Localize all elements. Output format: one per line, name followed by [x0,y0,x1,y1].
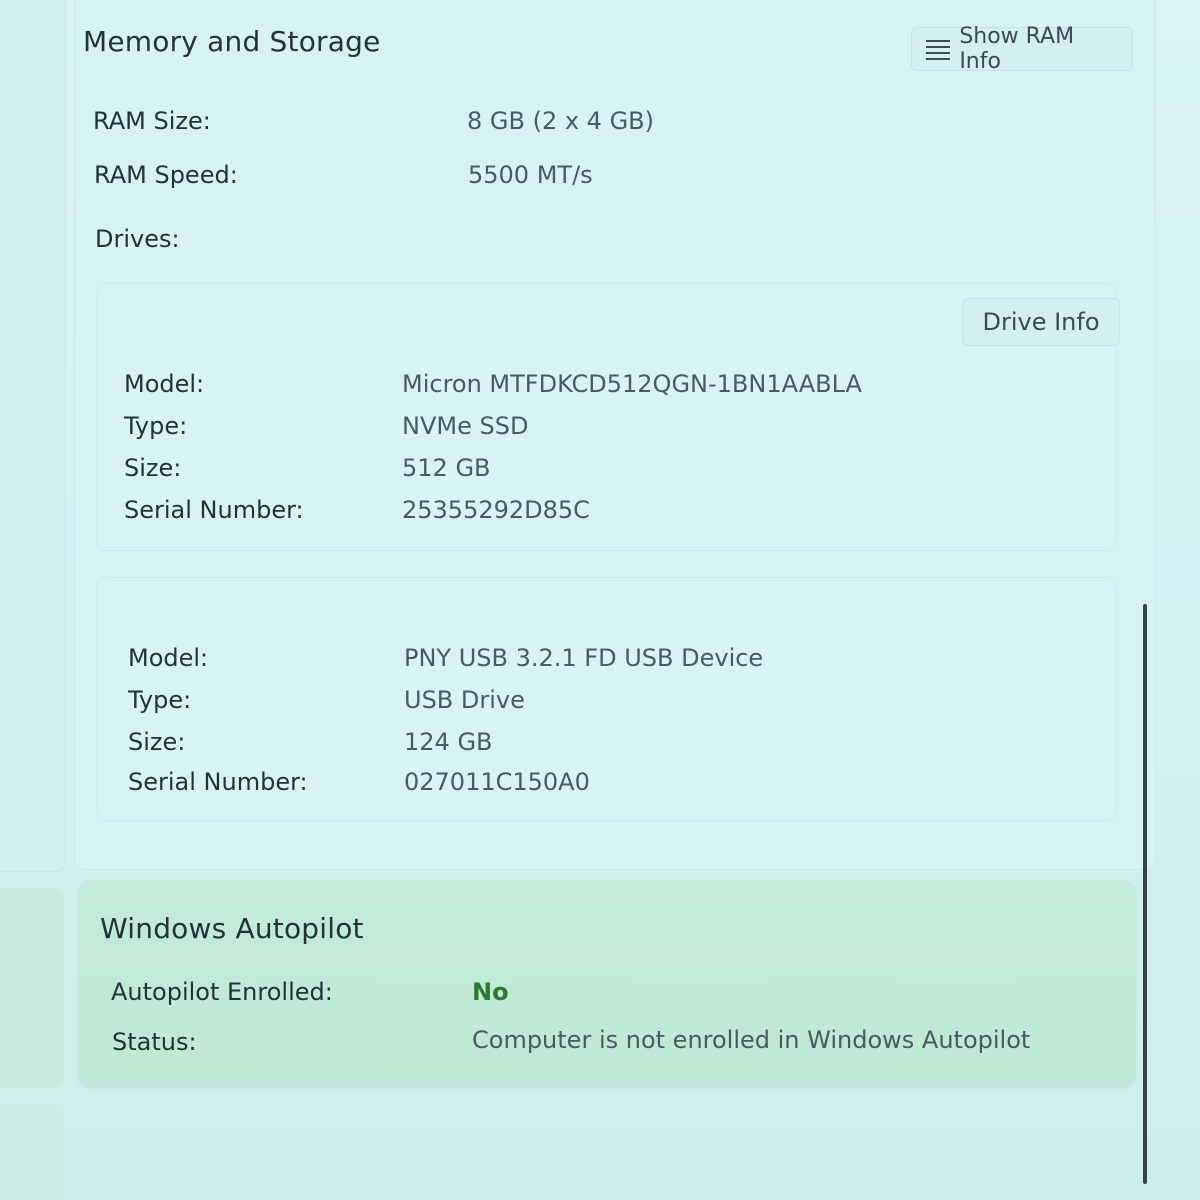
drive-size-label: Size: [124,454,182,482]
drives-label: Drives: [95,225,180,253]
drive-card: Drive Info Model: Micron MTFDKCD512QGN-1… [97,283,1120,551]
drive-serial-label: Serial Number: [124,496,304,524]
ram-size-value: 8 GB (2 x 4 GB) [467,107,655,135]
list-icon [926,39,950,60]
autopilot-title: Windows Autopilot [100,912,364,945]
drive-serial-value: 25355292D85C [402,496,590,524]
drive-type-value: NVMe SSD [402,412,529,440]
autopilot-enrolled-value: No [472,978,509,1006]
drive-info-label: Drive Info [982,308,1100,336]
drive-type-label: Type: [124,412,188,440]
drive-size-value: 512 GB [402,454,491,482]
ram-speed-value: 5500 MT/s [468,161,593,189]
drive-model-value: PNY USB 3.2.1 FD USB Device [404,644,764,672]
drive-type-value: USB Drive [404,686,525,714]
drive-model-label: Model: [124,370,205,398]
drive-serial-value: 027011C150A0 [404,768,590,796]
left-panel-card-green [0,888,64,1088]
show-ram-info-button[interactable]: Show RAM Info [911,24,1133,74]
show-ram-info-label: Show RAM Info [959,24,1075,74]
left-panel-card-lower [0,1104,64,1200]
drive-size-value: 124 GB [404,728,493,756]
drive-model-value: Micron MTFDKCD512QGN-1BN1AABLA [402,370,862,398]
page: Memory and Storage Show RAM Info RAM Siz… [0,0,1200,1200]
memory-storage-card: Memory and Storage Show RAM Info RAM Siz… [74,0,1156,870]
ram-speed-label: RAM Speed: [94,161,238,189]
drive-type-label: Type: [128,686,192,714]
memory-storage-title: Memory and Storage [83,25,381,58]
scrollbar[interactable] [1143,604,1147,1184]
autopilot-enrolled-label: Autopilot Enrolled: [111,978,333,1006]
autopilot-status-value: Computer is not enrolled in Windows Auto… [472,1026,1031,1054]
drive-model-label: Model: [128,644,209,672]
drive-info-button[interactable]: Drive Info [962,298,1120,346]
ram-size-label: RAM Size: [93,107,211,135]
windows-autopilot-card: Windows Autopilot Autopilot Enrolled: No… [78,880,1136,1086]
drive-card: Model: PNY USB 3.2.1 FD USB Device Type:… [97,577,1117,821]
drive-serial-label: Serial Number: [128,768,308,796]
drive-size-label: Size: [128,728,186,756]
autopilot-status-label: Status: [112,1028,197,1056]
left-panel-card [0,0,66,872]
